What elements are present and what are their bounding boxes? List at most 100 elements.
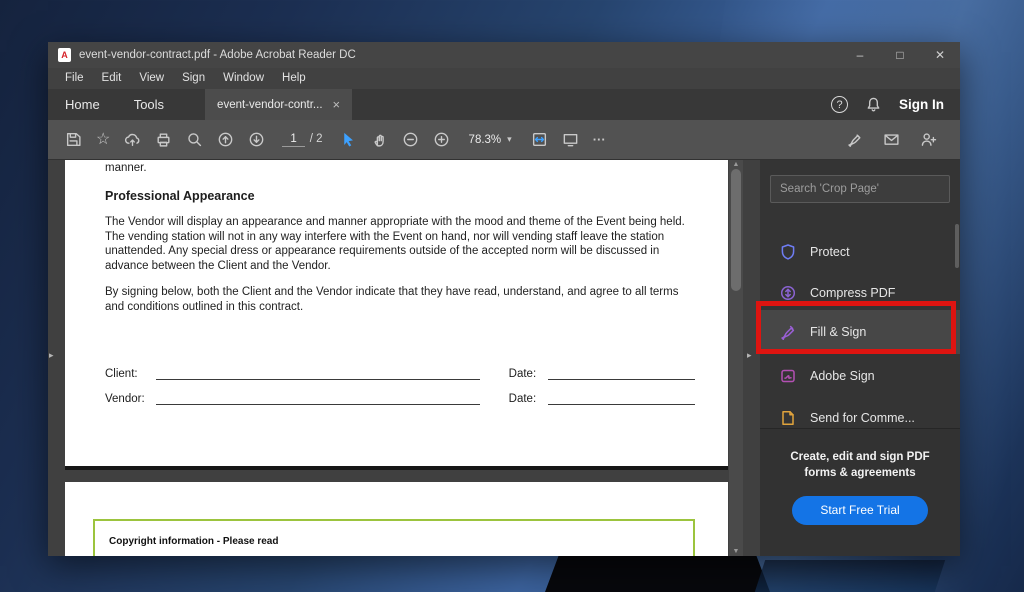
- tool-protect[interactable]: Protect: [760, 232, 960, 272]
- page-total-label: / 2: [310, 133, 323, 145]
- ellipsis-icon: ···: [593, 133, 606, 146]
- send-icon: [779, 409, 797, 427]
- paragraph: The Vendor will display an appearance an…: [105, 215, 695, 273]
- plus-circle-icon: [433, 131, 450, 148]
- bell-icon[interactable]: [865, 96, 882, 113]
- date-label: Date:: [509, 368, 548, 380]
- section-heading: Professional Appearance: [105, 189, 695, 203]
- favorites-button[interactable]: ☆: [91, 128, 115, 152]
- tab-tools[interactable]: Tools: [117, 89, 181, 120]
- menu-view[interactable]: View: [130, 68, 173, 89]
- display-settings-icon: [562, 131, 579, 148]
- pdf-file-icon: A: [58, 48, 71, 62]
- client-signature-row: Client: Date:: [105, 367, 695, 380]
- save-button[interactable]: [60, 127, 87, 152]
- hand-icon: [371, 131, 388, 148]
- paragraph: By signing below, both the Client and th…: [105, 285, 695, 314]
- acrobat-window: A event-vendor-contract.pdf - Adobe Acro…: [48, 42, 960, 556]
- scroll-down-icon[interactable]: ▼: [729, 548, 743, 555]
- menubar: File Edit View Sign Window Help: [48, 68, 960, 89]
- tab-document-label: event-vendor-contr...: [217, 99, 322, 111]
- hand-tool-button[interactable]: [366, 127, 393, 152]
- zoom-level-dropdown[interactable]: 78.3% ▾: [469, 134, 512, 146]
- tab-home[interactable]: Home: [48, 89, 117, 120]
- vendor-label: Vendor:: [105, 393, 156, 405]
- document-scrollbar[interactable]: ▲ ▼: [729, 160, 743, 556]
- tools-search-input[interactable]: [770, 175, 950, 203]
- email-button[interactable]: [878, 127, 905, 152]
- close-button[interactable]: ✕: [920, 42, 960, 68]
- page-number-input[interactable]: 1: [282, 132, 304, 147]
- window-title: event-vendor-contract.pdf - Adobe Acroba…: [79, 49, 356, 61]
- cloud-upload-icon: [124, 131, 141, 148]
- start-free-trial-button[interactable]: Start Free Trial: [792, 496, 928, 525]
- select-tool-button[interactable]: [335, 127, 362, 152]
- shield-icon: [779, 243, 797, 261]
- printer-icon: [155, 131, 172, 148]
- scroll-up-icon[interactable]: ▲: [729, 161, 743, 168]
- paragraph-fragment: manner.: [105, 162, 695, 174]
- toolbar: ☆ 1 / 2 78.3% ▾ ···: [48, 120, 960, 160]
- menu-edit[interactable]: Edit: [93, 68, 131, 89]
- help-icon[interactable]: ?: [831, 96, 848, 113]
- chevron-down-icon: ▾: [507, 134, 512, 145]
- scrollbar-thumb[interactable]: [731, 169, 741, 291]
- document-viewport[interactable]: manner. Professional Appearance The Vend…: [48, 160, 760, 556]
- star-icon: ☆: [96, 132, 110, 148]
- menu-file[interactable]: File: [56, 68, 93, 89]
- minus-circle-icon: [402, 131, 419, 148]
- promo-panel: Create, edit and sign PDF forms & agreem…: [760, 428, 960, 556]
- pdf-page-1: manner. Professional Appearance The Vend…: [65, 160, 728, 470]
- tool-label: Send for Comme...: [810, 411, 915, 425]
- copyright-box: Copyright information - Please read: [93, 519, 695, 556]
- previous-page-button[interactable]: [212, 127, 239, 152]
- desktop-reflection: [755, 560, 945, 592]
- zoom-out-button[interactable]: [397, 127, 424, 152]
- envelope-icon: [883, 131, 900, 148]
- menu-help[interactable]: Help: [273, 68, 315, 89]
- tool-label: Adobe Sign: [810, 369, 875, 383]
- vendor-signature-line: [156, 392, 480, 405]
- vendor-signature-row: Vendor: Date:: [105, 392, 695, 405]
- signature-button[interactable]: [841, 127, 868, 152]
- tab-close-icon[interactable]: ×: [333, 97, 341, 112]
- print-button[interactable]: [150, 127, 177, 152]
- date-line: [548, 367, 695, 380]
- left-panel-toggle[interactable]: ▸: [49, 348, 59, 362]
- highlight-annotation-box: [756, 301, 956, 354]
- desktop-monitor-silhouette: [545, 556, 770, 592]
- date-label: Date:: [509, 393, 548, 405]
- minimize-button[interactable]: –: [840, 42, 880, 68]
- menu-window[interactable]: Window: [214, 68, 273, 89]
- page-view-button[interactable]: [557, 127, 584, 152]
- pdf-page-2: Copyright information - Please read: [65, 482, 728, 556]
- more-tools-button[interactable]: ···: [588, 129, 611, 150]
- zoom-value: 78.3%: [469, 134, 502, 146]
- compress-icon: [779, 284, 797, 302]
- zoom-in-button[interactable]: [428, 127, 455, 152]
- arrow-up-circle-icon: [217, 131, 234, 148]
- magnifier-icon: [186, 131, 203, 148]
- person-plus-icon: [920, 131, 937, 148]
- tool-adobe-sign[interactable]: Adobe Sign: [760, 356, 960, 396]
- tool-label: Protect: [810, 245, 850, 259]
- tool-label: Compress PDF: [810, 286, 895, 300]
- share-cloud-button[interactable]: [119, 127, 146, 152]
- menu-sign[interactable]: Sign: [173, 68, 214, 89]
- maximize-button[interactable]: □: [880, 42, 920, 68]
- promo-line-2: forms & agreements: [760, 466, 960, 482]
- add-user-button[interactable]: [915, 127, 942, 152]
- tab-document[interactable]: event-vendor-contr... ×: [205, 89, 352, 120]
- client-label: Client:: [105, 368, 156, 380]
- sign-in-button[interactable]: Sign In: [899, 97, 944, 112]
- client-signature-line: [156, 367, 480, 380]
- next-page-button[interactable]: [243, 127, 270, 152]
- save-icon: [65, 131, 82, 148]
- promo-line-1: Create, edit and sign PDF: [760, 450, 960, 466]
- fit-width-button[interactable]: [526, 127, 553, 152]
- adobe-sign-icon: [779, 367, 797, 385]
- arrow-down-circle-icon: [248, 131, 265, 148]
- search-button[interactable]: [181, 127, 208, 152]
- copyright-heading: Copyright information - Please read: [109, 536, 278, 547]
- ink-pen-icon: [846, 131, 863, 148]
